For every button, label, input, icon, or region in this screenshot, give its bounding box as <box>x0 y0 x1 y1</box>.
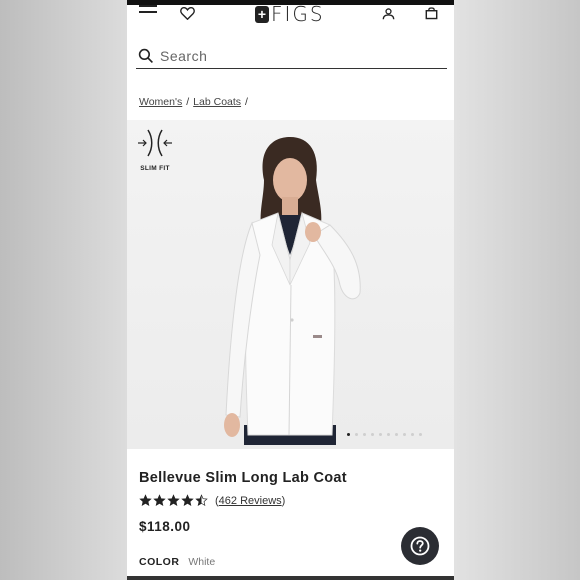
reviews-count[interactable]: 462 Reviews <box>219 495 282 507</box>
user-icon[interactable] <box>382 7 395 25</box>
color-label: COLOR <box>139 556 180 568</box>
star-rating <box>139 494 208 507</box>
reviews-link[interactable]: (462 Reviews) <box>215 495 285 507</box>
product-rating: (462 Reviews) <box>139 494 285 507</box>
product-image-carousel[interactable]: SLIM FIT <box>127 120 454 449</box>
carousel-dot[interactable] <box>387 433 390 436</box>
mobile-screen: + FIGS Women's / Lab Coats / <box>127 0 454 580</box>
bottom-edge <box>127 576 454 580</box>
search-input[interactable] <box>160 48 430 64</box>
slim-fit-badge: SLIM FIT <box>135 128 175 172</box>
product-photo-model <box>224 137 361 445</box>
help-button[interactable] <box>401 527 439 565</box>
star-icon <box>139 494 152 507</box>
menu-icon[interactable] <box>139 5 157 19</box>
color-value: White <box>188 556 216 568</box>
figs-logo[interactable]: + FIGS <box>255 2 325 26</box>
background-left <box>0 0 127 580</box>
question-icon <box>410 536 430 556</box>
star-icon <box>153 494 166 507</box>
breadcrumb-link-lab-coats[interactable]: Lab Coats <box>193 96 241 108</box>
carousel-dot[interactable] <box>395 433 398 436</box>
plus-icon: + <box>255 5 269 23</box>
carousel-dot[interactable] <box>371 433 374 436</box>
product-price: $118.00 <box>139 519 191 534</box>
product-title: Bellevue Slim Long Lab Coat <box>139 470 347 486</box>
carousel-dot[interactable] <box>411 433 414 436</box>
bag-icon[interactable] <box>425 6 438 25</box>
slim-fit-icon <box>138 129 172 157</box>
slim-fit-label: SLIM FIT <box>140 165 170 172</box>
breadcrumb-link-womens[interactable]: Women's <box>139 96 182 108</box>
carousel-dot[interactable] <box>419 433 422 436</box>
breadcrumb: Women's / Lab Coats / <box>139 96 248 108</box>
carousel-dot[interactable] <box>403 433 406 436</box>
logo-text: FIGS <box>271 2 325 26</box>
star-icon <box>195 494 208 507</box>
site-header: + FIGS <box>127 2 454 33</box>
carousel-dot[interactable] <box>379 433 382 436</box>
heart-icon[interactable] <box>180 6 195 25</box>
star-icon <box>167 494 180 507</box>
star-icon <box>181 494 194 507</box>
carousel-dot[interactable] <box>355 433 358 436</box>
color-selector-row: COLOR White <box>139 556 215 568</box>
background-right <box>454 0 580 580</box>
breadcrumb-separator: / <box>186 96 190 108</box>
breadcrumb-separator: / <box>245 96 248 108</box>
search-icon[interactable] <box>138 48 154 64</box>
search-bar <box>136 44 447 69</box>
carousel-dots <box>347 433 422 436</box>
carousel-dot[interactable] <box>347 433 350 436</box>
carousel-dot[interactable] <box>363 433 366 436</box>
